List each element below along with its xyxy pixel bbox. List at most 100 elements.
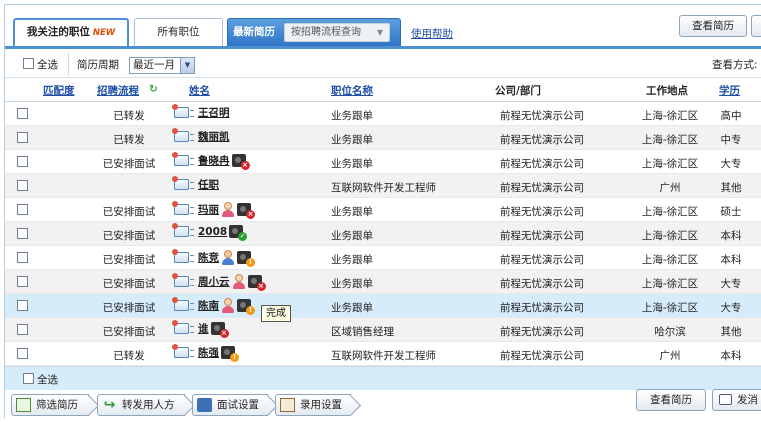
table-row[interactable]: 已安排面试 2008 ✓ 业务跟单 前程无忧演示公司 上海-徐汇区 本科 (5, 222, 761, 246)
position-cell: 业务跟单 (331, 134, 373, 146)
row-checkbox[interactable] (17, 348, 28, 359)
filter-resume-button[interactable]: 筛选简历 (11, 394, 89, 416)
table-row[interactable]: 已转发 魏丽凯 业务跟单 前程无忧演示公司 上海-徐汇区 中专 (5, 126, 761, 150)
col-process-header[interactable]: 招聘流程 (97, 83, 139, 98)
col-company-header: 公司/部门 (495, 85, 541, 97)
resume-envelope-icon[interactable] (172, 296, 194, 311)
resume-envelope-icon[interactable] (172, 248, 194, 263)
table-row[interactable]: 已安排面试 鲁晓冉 × 业务跟单 前程无忧演示公司 上海-徐汇区 大专 (5, 150, 761, 174)
resume-envelope-icon[interactable] (172, 200, 194, 215)
row-checkbox[interactable] (17, 252, 28, 263)
hire-settings-button[interactable]: 录用设置 (275, 394, 351, 416)
row-checkbox[interactable] (17, 324, 28, 335)
tab-bar: 我关注的职位 NEW 所有职位 最新简历 按招聘流程查询 ▼ 使用帮助 查看简历 (5, 5, 761, 47)
table-row[interactable]: 已转发 陈强! 互联网软件开发工程师 前程无忧演示公司 广州 本科 (5, 342, 761, 366)
person-icon (232, 273, 246, 289)
tooltip: 完成 (261, 305, 291, 322)
row-checkbox[interactable] (17, 108, 28, 119)
row-checkbox[interactable] (17, 204, 28, 215)
position-cell: 区域销售经理 (331, 326, 394, 338)
resume-envelope-icon[interactable] (172, 104, 194, 118)
interview-camera-icon: × (210, 322, 229, 338)
help-link[interactable]: 使用帮助 (411, 26, 453, 41)
toolbar-divider (68, 53, 69, 75)
send-label: 发消 (737, 394, 758, 406)
view-resume-button-top[interactable]: 查看简历 (679, 15, 747, 37)
name-cell: 陈南! (172, 296, 255, 315)
table-row[interactable]: 已安排面试 陈南! 业务跟单 前程无忧演示公司 上海-徐汇区 大专 (5, 294, 761, 318)
process-query-select[interactable]: 按招聘流程查询 ▼ (284, 23, 390, 42)
table-row[interactable]: 已转发 王召明 业务跟单 前程无忧演示公司 上海-徐汇区 高中 (5, 102, 761, 126)
candidate-name-link[interactable]: 鲁晓冉 (198, 153, 230, 168)
period-select-value: 最近一月 (133, 59, 175, 71)
more-button-top[interactable] (751, 15, 761, 37)
select-all-checkbox-bottom[interactable] (23, 373, 34, 384)
table-row[interactable]: 已安排面试 陈竞! 业务跟单 前程无忧演示公司 上海-徐汇区 本科 (5, 246, 761, 270)
candidate-name-link[interactable]: 周小云 (198, 274, 230, 289)
table-row[interactable]: 已安排面试谁 × 区域销售经理 前程无忧演示公司 哈尔滨 其他 (5, 318, 761, 342)
candidate-name-link[interactable]: 谁 (198, 321, 209, 336)
candidate-name-link[interactable]: 陈竞 (198, 250, 219, 265)
row-checkbox[interactable] (17, 156, 28, 167)
select-all-label-bottom: 全选 (37, 374, 58, 386)
row-checkbox[interactable] (17, 180, 28, 191)
resume-envelope-icon[interactable] (172, 272, 194, 287)
company-cell: 前程无忧演示公司 (500, 110, 584, 122)
position-cell: 互联网软件开发工程师 (331, 350, 436, 362)
row-checkbox[interactable] (17, 228, 28, 239)
row-checkbox[interactable] (17, 300, 28, 311)
education-cell: 大专 (720, 302, 742, 314)
table-row[interactable]: 已安排面试 周小云 × 业务跟单 前程无忧演示公司 上海-徐汇区 大专 (5, 270, 761, 294)
resume-envelope-icon[interactable] (172, 128, 194, 142)
position-cell: 业务跟单 (331, 110, 373, 122)
candidate-name-link[interactable]: 2008 (198, 226, 227, 238)
resume-envelope-icon[interactable] (172, 344, 194, 358)
resume-envelope-icon[interactable] (172, 320, 194, 334)
row-checkbox[interactable] (17, 132, 28, 143)
candidate-name-link[interactable]: 玛丽 (198, 202, 219, 217)
name-cell: 陈强! (172, 344, 239, 363)
tab-latest-resumes[interactable]: 最新简历 按招聘流程查询 ▼ (227, 18, 401, 47)
filter-icon (16, 398, 31, 412)
forward-to-employer-button[interactable]: ↪ 转发用人方 (97, 394, 185, 416)
refresh-icon[interactable]: ↻ (149, 83, 158, 95)
person-icon (221, 297, 235, 313)
row-checkbox[interactable] (17, 276, 28, 287)
interview-settings-button[interactable]: 面试设置 (192, 394, 268, 416)
education-cell: 其他 (720, 326, 742, 338)
name-cell: 周小云 × (172, 272, 266, 291)
resume-envelope-icon[interactable] (172, 223, 194, 237)
company-cell: 前程无忧演示公司 (500, 350, 584, 362)
candidate-name-link[interactable]: 任职 (198, 177, 219, 192)
col-location-header: 工作地点 (646, 85, 688, 97)
position-cell: 业务跟单 (331, 254, 373, 266)
candidate-name-link[interactable]: 王召明 (198, 105, 230, 120)
send-message-button[interactable]: 发消 (712, 389, 761, 411)
tab-latest-label: 最新简历 (233, 26, 275, 38)
name-cell: 谁 × (172, 320, 229, 339)
resume-envelope-icon[interactable] (172, 176, 194, 190)
col-match-header[interactable]: 匹配度 (43, 83, 75, 98)
tab-all-positions[interactable]: 所有职位 (134, 18, 223, 47)
location-cell: 广州 (659, 350, 681, 362)
resume-envelope-icon[interactable] (172, 152, 194, 166)
candidate-name-link[interactable]: 陈强 (198, 345, 219, 360)
candidate-name-link[interactable]: 陈南 (198, 298, 219, 313)
col-position-header[interactable]: 职位名称 (331, 83, 373, 98)
view-resume-button-bottom[interactable]: 查看简历 (636, 389, 706, 411)
table-row[interactable]: 任职 互联网软件开发工程师 前程无忧演示公司 广州 其他 (5, 174, 761, 198)
interview-camera-icon: × (237, 202, 255, 219)
candidate-name-link[interactable]: 魏丽凯 (198, 129, 230, 144)
table-row[interactable]: 已安排面试 玛丽 × 业务跟单 前程无忧演示公司 上海-徐汇区 硕士 (5, 198, 761, 222)
location-cell: 上海-徐汇区 (641, 134, 699, 146)
select-all-checkbox[interactable] (23, 58, 34, 69)
tab-watched-positions[interactable]: 我关注的职位 NEW (13, 18, 129, 47)
col-education-header[interactable]: 学历 (719, 83, 740, 98)
toolbar: 全选 简历周期 最近一月 ▼ 查看方式: (5, 49, 761, 78)
position-cell: 业务跟单 (331, 302, 373, 314)
company-cell: 前程无忧演示公司 (500, 134, 584, 146)
resume-panel: 我关注的职位 NEW 所有职位 最新简历 按招聘流程查询 ▼ 使用帮助 查看简历 … (4, 4, 761, 419)
period-select[interactable]: 最近一月 ▼ (129, 57, 195, 74)
education-cell: 大专 (720, 278, 742, 290)
col-name-header[interactable]: 姓名 (189, 83, 210, 98)
